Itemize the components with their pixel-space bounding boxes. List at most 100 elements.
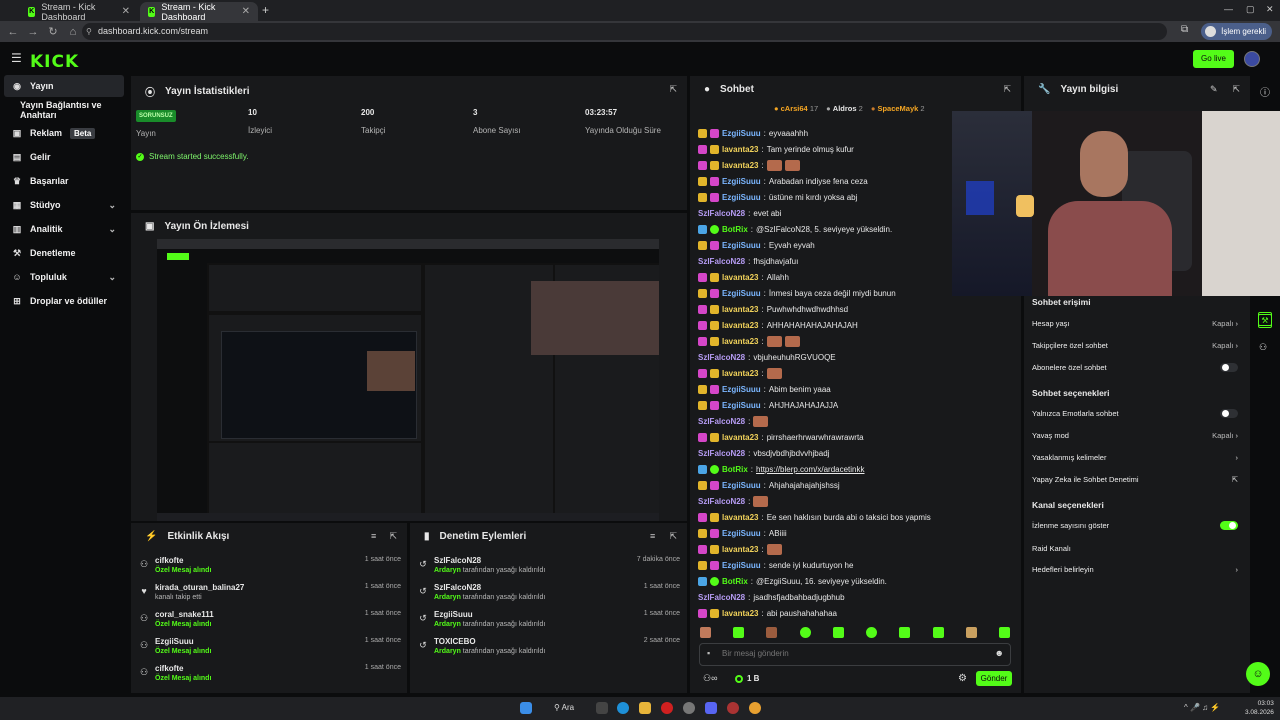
chat-username[interactable]: lavanta23 (722, 369, 758, 378)
chat-username[interactable]: BotRix (722, 225, 748, 234)
chat-username[interactable]: EzgiiSuuu (722, 129, 761, 138)
emote-icon[interactable] (766, 627, 778, 638)
chat-username[interactable]: SzIFalcoN28 (698, 209, 745, 218)
reload-icon[interactable]: ↻ (46, 25, 60, 38)
info-icon[interactable]: ⓘ (1260, 84, 1270, 99)
browser-tab-active[interactable]: K Stream - Kick Dashboard ✕ (140, 2, 258, 22)
send-button[interactable]: Gönder (976, 671, 1012, 686)
chat-username[interactable]: lavanta23 (722, 145, 758, 154)
edge-icon[interactable] (617, 702, 629, 714)
chrome-icon[interactable] (749, 702, 761, 714)
users-icon[interactable]: ⚇∞ (703, 673, 717, 684)
close-tab-icon[interactable]: ✕ (122, 6, 130, 17)
sidebar-item-droplar[interactable]: ⊞ Droplar ve ödüller (4, 290, 124, 312)
url-field[interactable]: ⚲ dashboard.kick.com/stream ☆ (82, 23, 1242, 40)
menu-icon[interactable]: ☰ (11, 51, 22, 65)
gifter[interactable]: ● Aldros 2 (826, 104, 863, 113)
go-live-button[interactable]: Go live (1193, 50, 1234, 68)
taskbar-search[interactable]: ⚲ Ara (554, 703, 574, 712)
minimize-icon[interactable]: — (1224, 4, 1233, 14)
emote-icon[interactable] (998, 627, 1010, 638)
emote-icon[interactable] (799, 627, 811, 638)
mod-actor[interactable]: Ardaryn (434, 567, 461, 574)
gifter[interactable]: ● cArsi64 17 (774, 104, 818, 113)
edit-icon[interactable]: ✎ (1210, 84, 1218, 95)
forward-icon[interactable]: → (26, 26, 40, 38)
mod-actor[interactable]: Ardaryn (434, 594, 461, 601)
popout-icon[interactable]: ⇱ (1003, 84, 1011, 95)
chat-username[interactable]: EzgiiSuuu (722, 401, 761, 410)
sidebar-item-gelir[interactable]: ▤ Gelir (4, 146, 124, 168)
chat-input[interactable] (722, 649, 982, 658)
chat-username[interactable]: SzIFalcoN28 (698, 417, 745, 426)
emote-icon[interactable] (832, 627, 844, 638)
chat-username[interactable]: lavanta23 (722, 321, 758, 330)
chat-username[interactable]: lavanta23 (722, 609, 758, 618)
chat-username[interactable]: SzIFalcoN28 (698, 353, 745, 362)
event-user[interactable]: coral_snake111 (155, 610, 214, 619)
gear-icon[interactable]: ⚙ (958, 673, 967, 684)
toggle-switch[interactable] (1220, 409, 1238, 418)
setting-banned-words[interactable]: Yasaklanmış kelimeler › (1032, 453, 1238, 467)
chat-username[interactable]: lavanta23 (722, 545, 758, 554)
browser-tab[interactable]: K Stream - Kick Dashboard ✕ (20, 2, 138, 22)
chat-username[interactable]: EzgiiSuuu (722, 193, 761, 202)
chat-username[interactable]: EzgiiSuuu (722, 561, 761, 570)
setting-ai-moderation[interactable]: Yapay Zeka ile Sohbet Denetimi ⇱ (1032, 475, 1238, 489)
toggle-switch[interactable] (1220, 363, 1238, 372)
chat-text[interactable]: https://blerp.com/x/ardacetinkk (756, 465, 865, 474)
close-tab-icon[interactable]: ✕ (242, 6, 250, 17)
setting-hesap-yasi[interactable]: Hesap yaşı Kapalı › (1032, 319, 1238, 333)
popout-icon[interactable]: ⇱ (389, 531, 397, 542)
chat-username[interactable]: BotRix (722, 465, 748, 474)
sidebar-item-topluluk[interactable]: ☺ Topluluk ⌄ (4, 266, 124, 288)
chat-username[interactable]: EzgiiSuuu (722, 529, 761, 538)
emoji-icon[interactable]: ☻ (995, 648, 1004, 658)
mod-actor[interactable]: Ardaryn (434, 621, 461, 628)
chat-username[interactable]: lavanta23 (722, 433, 758, 442)
emote-icon[interactable] (733, 627, 745, 638)
toggle-switch[interactable] (1220, 521, 1238, 530)
chat-username[interactable]: BotRix (722, 577, 748, 586)
wrench-rail-icon[interactable]: ⚒ (1258, 314, 1272, 328)
mod-user[interactable]: SzIFalcoN28 (434, 583, 481, 592)
chat-username[interactable]: SzIFalcoN28 (698, 593, 745, 602)
chat-username[interactable]: lavanta23 (722, 305, 758, 314)
popout-icon[interactable]: ⇱ (669, 84, 677, 95)
emote-icon[interactable] (899, 627, 911, 638)
gifter[interactable]: ● SpaceMayk 2 (871, 104, 925, 113)
chat-username[interactable]: lavanta23 (722, 273, 758, 282)
maximize-icon[interactable]: ▢ (1246, 4, 1255, 15)
avatar[interactable] (1244, 51, 1260, 67)
chat-username[interactable]: EzgiiSuuu (722, 385, 761, 394)
sidebar-item-yayin[interactable]: ◉ Yayın (4, 75, 124, 97)
event-user[interactable]: EzgiiSuuu (155, 637, 194, 646)
sidebar-item-stream-key[interactable]: Yayın Bağlantısı ve Anahtarı (4, 99, 124, 121)
chat-username[interactable]: EzgiiSuuu (722, 241, 761, 250)
event-user[interactable]: kirada_oturan_balina27 (155, 583, 244, 592)
setting-followers-only[interactable]: Takipçilere özel sohbet Kapalı › (1032, 341, 1238, 355)
emote-icon[interactable] (700, 627, 711, 638)
app-icon[interactable] (727, 702, 739, 714)
chat-username[interactable]: lavanta23 (722, 161, 758, 170)
chat-username[interactable]: SzIFalcoN28 (698, 449, 745, 458)
chat-username[interactable]: SzIFalcoN28 (698, 497, 745, 506)
event-user[interactable]: cifkofte (155, 556, 183, 565)
mod-user[interactable]: EzgiiSuuu (434, 610, 473, 619)
popout-icon[interactable]: ⇱ (669, 531, 677, 542)
discord-icon[interactable] (705, 702, 717, 714)
emote-icon[interactable] (932, 627, 944, 638)
back-icon[interactable]: ← (6, 26, 20, 38)
chat-username[interactable]: EzgiiSuuu (722, 177, 761, 186)
tray-icons[interactable]: ^ 🎤 ♫ ⚡ (1184, 703, 1220, 712)
chat-username[interactable]: SzIFalcoN28 (698, 257, 745, 266)
new-tab-icon[interactable]: + (262, 3, 269, 17)
emote-icon[interactable] (866, 627, 878, 638)
filter-icon[interactable]: ≡ (371, 531, 376, 541)
chat-input-box[interactable]: ▪ ☻ (699, 643, 1011, 666)
people-rail-icon[interactable]: ⚇ (1259, 342, 1267, 353)
clock[interactable]: 03:03 3.08.2026 (1245, 699, 1274, 717)
windows-start-icon[interactable] (520, 702, 532, 714)
help-chat-button[interactable]: ☺ (1246, 662, 1270, 686)
setting-slow-mode[interactable]: Yavaş mod Kapalı › (1032, 431, 1238, 445)
